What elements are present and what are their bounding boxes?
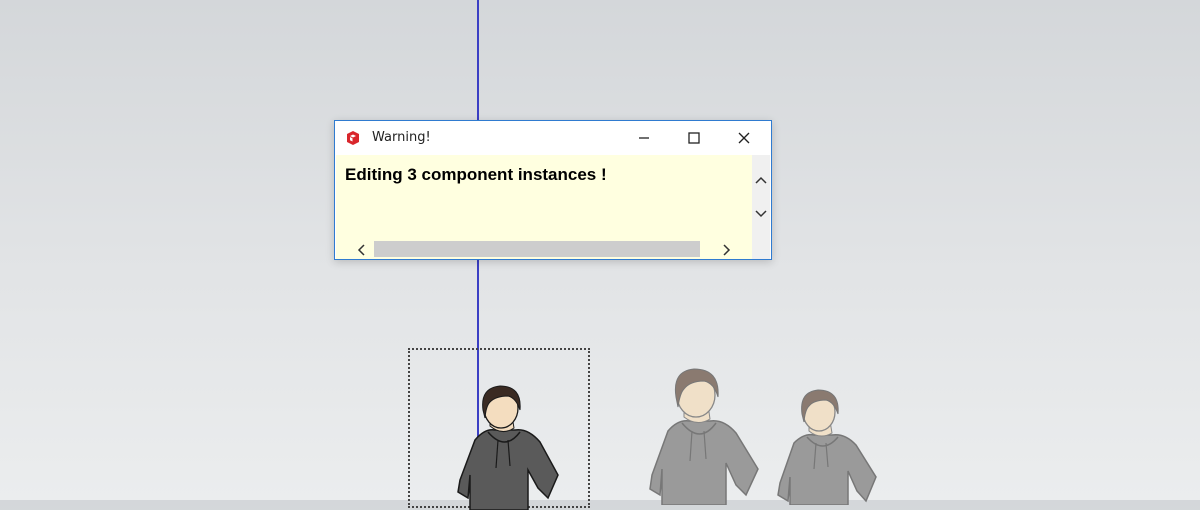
maximize-button[interactable]	[671, 121, 717, 155]
blue-axis-line	[477, 0, 479, 122]
scrollbar-corner	[752, 241, 770, 259]
warning-message: Editing 3 component instances !	[345, 165, 607, 184]
dialog-title: Warning!	[372, 130, 431, 145]
scroll-right-button[interactable]	[720, 243, 734, 257]
sketchup-icon	[345, 130, 361, 146]
selected-figure[interactable]	[440, 380, 570, 510]
minimize-icon	[639, 137, 649, 139]
figure-instance-2[interactable]	[630, 365, 770, 505]
message-area: Editing 3 component instances !	[336, 155, 752, 241]
maximize-icon	[688, 132, 700, 144]
vertical-scrollbar[interactable]	[752, 155, 770, 241]
model-viewport[interactable]: Warning! Editing 3 component instances !	[0, 0, 1200, 510]
horizontal-scroll-thumb[interactable]	[374, 241, 700, 257]
scroll-left-button[interactable]	[354, 243, 368, 257]
scroll-down-button[interactable]	[754, 207, 768, 221]
horizontal-scrollbar[interactable]	[336, 241, 752, 259]
warning-dialog: Warning! Editing 3 component instances !	[334, 120, 772, 260]
chevron-left-icon	[357, 244, 365, 256]
figure-instance-3[interactable]	[760, 385, 885, 505]
chevron-down-icon	[755, 210, 767, 218]
chevron-up-icon	[755, 176, 767, 184]
close-icon	[738, 132, 750, 144]
close-button[interactable]	[721, 121, 767, 155]
chevron-right-icon	[723, 244, 731, 256]
dialog-titlebar[interactable]: Warning!	[335, 121, 771, 155]
minimize-button[interactable]	[621, 121, 667, 155]
scroll-up-button[interactable]	[754, 173, 768, 187]
